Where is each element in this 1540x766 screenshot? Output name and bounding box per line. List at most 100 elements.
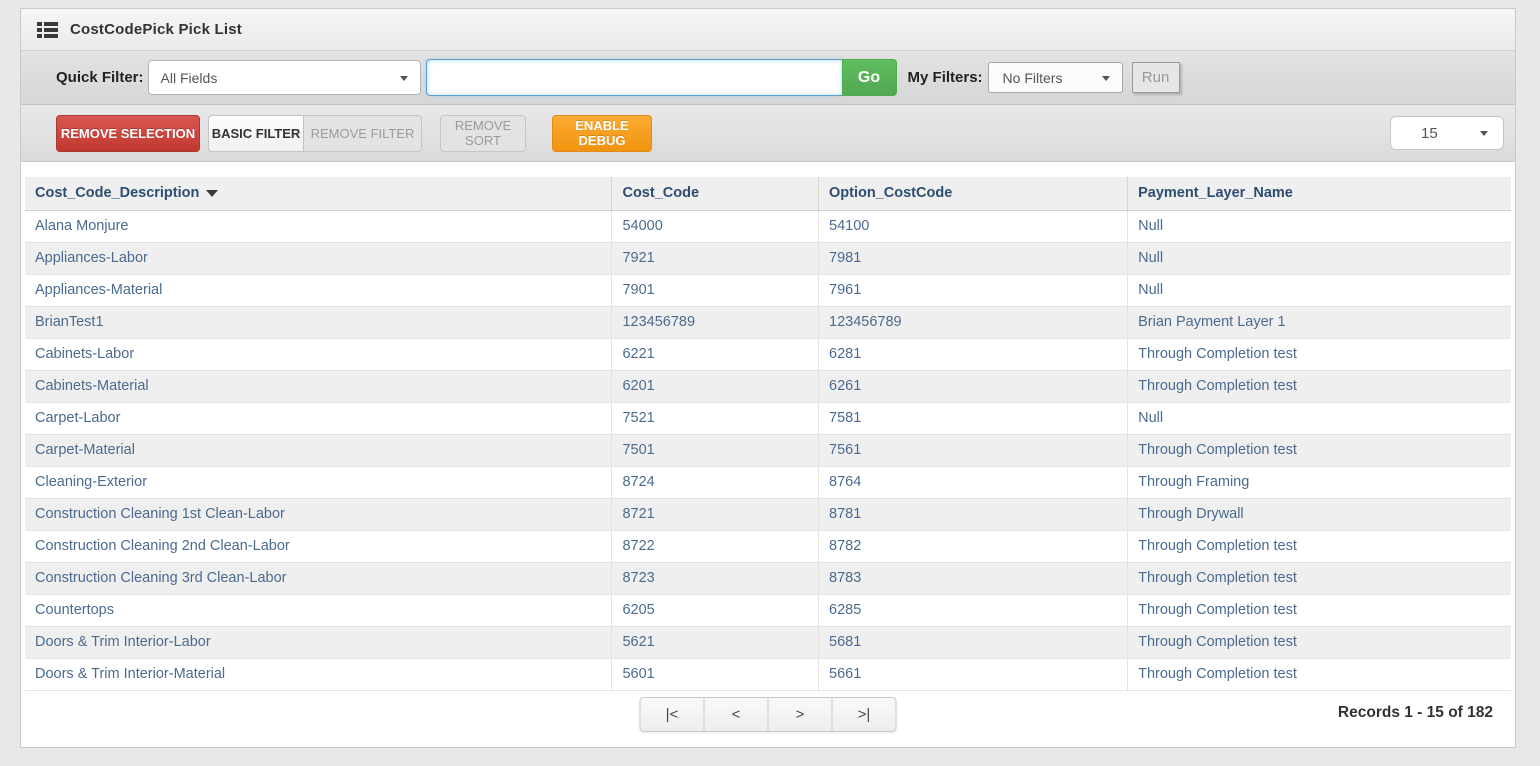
go-button[interactable]: Go	[842, 59, 897, 96]
table-cell[interactable]: 5681	[819, 626, 1128, 658]
table-cell[interactable]: Cabinets-Labor	[25, 338, 612, 370]
table-cell[interactable]: 123456789	[612, 306, 819, 338]
table-cell[interactable]: Through Completion test	[1128, 434, 1511, 466]
table-cell[interactable]: 8724	[612, 466, 819, 498]
table-cell[interactable]: Countertops	[25, 594, 612, 626]
table-cell[interactable]: Null	[1128, 274, 1511, 306]
table-cell[interactable]: 8722	[612, 530, 819, 562]
table-cell[interactable]: Carpet-Labor	[25, 402, 612, 434]
table-cell[interactable]: Appliances-Material	[25, 274, 612, 306]
prev-page-button[interactable]: <	[704, 697, 769, 732]
table-cell[interactable]: 7981	[819, 242, 1128, 274]
column-header-option_costcode[interactable]: Option_CostCode	[819, 177, 1128, 210]
table-cell[interactable]: 5601	[612, 658, 819, 690]
column-header-cost_code_description[interactable]: Cost_Code_Description	[25, 177, 612, 210]
pick-list-window: CostCodePick Pick List Quick Filter: All…	[20, 8, 1516, 748]
table-row[interactable]: Carpet-Labor75217581Null	[25, 402, 1511, 434]
table-row[interactable]: Cabinets-Material62016261Through Complet…	[25, 370, 1511, 402]
table-cell[interactable]: Appliances-Labor	[25, 242, 612, 274]
table-cell[interactable]: 54100	[819, 210, 1128, 242]
table-row[interactable]: Construction Cleaning 1st Clean-Labor872…	[25, 498, 1511, 530]
table-row[interactable]: Carpet-Material75017561Through Completio…	[25, 434, 1511, 466]
table-cell[interactable]: Through Completion test	[1128, 530, 1511, 562]
table-cell[interactable]: 7581	[819, 402, 1128, 434]
table-cell[interactable]: 7921	[612, 242, 819, 274]
table-cell[interactable]: Null	[1128, 402, 1511, 434]
next-page-button[interactable]: >	[768, 697, 833, 732]
table-cell[interactable]: Alana Monjure	[25, 210, 612, 242]
table-cell[interactable]: Null	[1128, 242, 1511, 274]
remove-sort-button[interactable]: REMOVE SORT	[440, 115, 526, 152]
table-cell[interactable]: 8781	[819, 498, 1128, 530]
table-row[interactable]: Appliances-Labor79217981Null	[25, 242, 1511, 274]
table-cell[interactable]: 8721	[612, 498, 819, 530]
quick-filter-field-select[interactable]: All Fields	[148, 60, 421, 95]
table-cell[interactable]: Through Completion test	[1128, 370, 1511, 402]
table-row[interactable]: Appliances-Material79017961Null	[25, 274, 1511, 306]
table-cell[interactable]: Construction Cleaning 2nd Clean-Labor	[25, 530, 612, 562]
run-button[interactable]: Run	[1132, 62, 1180, 93]
table-row[interactable]: Alana Monjure5400054100Null	[25, 210, 1511, 242]
table-row[interactable]: Countertops62056285Through Completion te…	[25, 594, 1511, 626]
table-cell[interactable]: 8783	[819, 562, 1128, 594]
table-cell[interactable]: 8723	[612, 562, 819, 594]
page-size-select[interactable]: 15	[1390, 116, 1504, 150]
table-cell[interactable]: 8782	[819, 530, 1128, 562]
table-cell[interactable]: 7501	[612, 434, 819, 466]
table-row[interactable]: BrianTest1123456789123456789Brian Paymen…	[25, 306, 1511, 338]
table-cell[interactable]: Doors & Trim Interior-Labor	[25, 626, 612, 658]
chevron-down-icon	[400, 76, 408, 81]
table-cell[interactable]: Through Completion test	[1128, 626, 1511, 658]
my-filters-select[interactable]: No Filters	[988, 62, 1123, 93]
table-cell[interactable]: 8764	[819, 466, 1128, 498]
table-cell[interactable]: 5621	[612, 626, 819, 658]
table-cell[interactable]: Doors & Trim Interior-Material	[25, 658, 612, 690]
table-cell[interactable]: Through Drywall	[1128, 498, 1511, 530]
table-cell[interactable]: 7561	[819, 434, 1128, 466]
table-cell[interactable]: Null	[1128, 210, 1511, 242]
remove-filter-button[interactable]: REMOVE FILTER	[304, 115, 422, 152]
table-cell[interactable]: Through Completion test	[1128, 594, 1511, 626]
table-cell[interactable]: Construction Cleaning 3rd Clean-Labor	[25, 562, 612, 594]
column-header-payment_layer_name[interactable]: Payment_Layer_Name	[1128, 177, 1511, 210]
table-cell[interactable]: 6221	[612, 338, 819, 370]
pager-row: |< < > >| Records 1 - 15 of 182	[21, 691, 1515, 747]
basic-filter-button[interactable]: BASIC FILTER	[208, 115, 304, 152]
table-cell[interactable]: Through Completion test	[1128, 658, 1511, 690]
table-row[interactable]: Construction Cleaning 3rd Clean-Labor872…	[25, 562, 1511, 594]
table-row[interactable]: Cleaning-Exterior87248764Through Framing	[25, 466, 1511, 498]
table-cell[interactable]: 6201	[612, 370, 819, 402]
table-cell[interactable]: 6261	[819, 370, 1128, 402]
table-cell[interactable]: BrianTest1	[25, 306, 612, 338]
table-cell[interactable]: 6205	[612, 594, 819, 626]
table-cell[interactable]: 5661	[819, 658, 1128, 690]
first-page-button[interactable]: |<	[640, 697, 705, 732]
table-cell[interactable]: 6285	[819, 594, 1128, 626]
table-row[interactable]: Doors & Trim Interior-Material56015661Th…	[25, 658, 1511, 690]
records-count: Records 1 - 15 of 182	[1338, 704, 1493, 722]
table-cell[interactable]: 6281	[819, 338, 1128, 370]
table-row[interactable]: Cabinets-Labor62216281Through Completion…	[25, 338, 1511, 370]
table-cell[interactable]: 7901	[612, 274, 819, 306]
enable-debug-button[interactable]: ENABLE DEBUG	[552, 115, 652, 152]
table-cell[interactable]: Cleaning-Exterior	[25, 466, 612, 498]
table-cell[interactable]: 123456789	[819, 306, 1128, 338]
table-cell[interactable]: 7521	[612, 402, 819, 434]
quick-filter-bar: Quick Filter: All Fields Go My Filters: …	[21, 51, 1515, 105]
last-page-button[interactable]: >|	[832, 697, 897, 732]
table-cell[interactable]: Through Completion test	[1128, 562, 1511, 594]
table-cell[interactable]: Carpet-Material	[25, 434, 612, 466]
table-cell[interactable]: Construction Cleaning 1st Clean-Labor	[25, 498, 612, 530]
table-cell[interactable]: Through Completion test	[1128, 338, 1511, 370]
quick-filter-search-input[interactable]	[426, 59, 843, 96]
remove-selection-button[interactable]: REMOVE SELECTION	[56, 115, 200, 152]
table-header-row: Cost_Code_DescriptionCost_CodeOption_Cos…	[25, 177, 1511, 210]
table-cell[interactable]: 54000	[612, 210, 819, 242]
table-cell[interactable]: Brian Payment Layer 1	[1128, 306, 1511, 338]
column-header-cost_code[interactable]: Cost_Code	[612, 177, 819, 210]
table-row[interactable]: Construction Cleaning 2nd Clean-Labor872…	[25, 530, 1511, 562]
table-cell[interactable]: Through Framing	[1128, 466, 1511, 498]
table-cell[interactable]: 7961	[819, 274, 1128, 306]
table-cell[interactable]: Cabinets-Material	[25, 370, 612, 402]
table-row[interactable]: Doors & Trim Interior-Labor56215681Throu…	[25, 626, 1511, 658]
